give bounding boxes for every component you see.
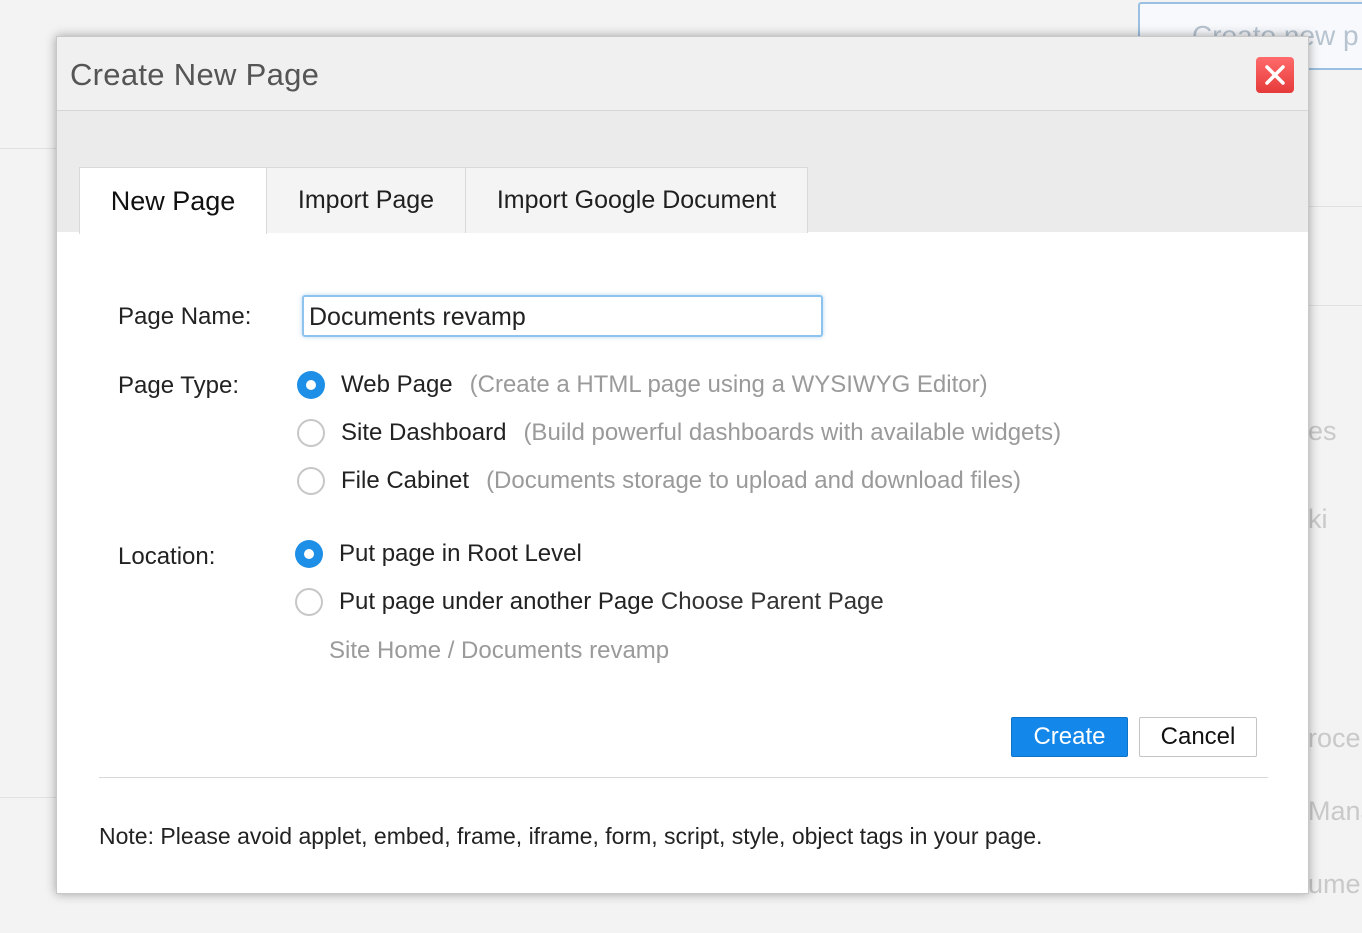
close-button[interactable] [1256,57,1294,93]
tab-new-page[interactable]: New Page [79,167,267,234]
under-page-label[interactable]: Put page under another Page [339,588,654,616]
background-divider [0,148,56,149]
parent-page-breadcrumb: Site Home / Documents revamp [329,637,670,664]
page-name-label: Page Name: [118,303,252,330]
page-type-label: Page Type: [118,372,239,399]
web-page-label[interactable]: Web Page [341,371,453,399]
background-sidebar-fragment: umer [1308,869,1362,899]
choose-parent-page-link[interactable]: Choose Parent Page [661,588,884,616]
close-icon [1265,65,1285,85]
page-type-option-site-dashboard[interactable]: Site Dashboard (Build powerful dashboard… [297,419,1061,447]
background-sidebar-fragment: Mana [1308,796,1362,826]
create-button[interactable]: Create [1011,717,1128,757]
root-level-radio[interactable] [295,540,323,568]
cancel-button[interactable]: Cancel [1139,717,1257,757]
site-dashboard-radio[interactable] [297,419,325,447]
page-name-input[interactable] [302,295,823,337]
site-dashboard-label[interactable]: Site Dashboard [341,419,506,447]
dialog-title: Create New Page [70,57,320,92]
background-sidebar-fragment: es [1308,416,1337,446]
page-type-option-file-cabinet[interactable]: File Cabinet (Documents storage to uploa… [297,467,1021,495]
dialog-header: Create New Page [57,37,1308,111]
tab-strip: New Page Import Page Import Google Docum… [57,111,1308,234]
footer-divider [99,777,1268,778]
location-option-under-page[interactable]: Put page under another Page Choose Paren… [295,588,884,616]
background-sidebar-fragment: roce [1308,723,1361,753]
web-page-radio[interactable] [297,371,325,399]
site-dashboard-description: (Build powerful dashboards with availabl… [523,419,1062,446]
note-text: Note: Please avoid applet, embed, frame,… [99,823,1043,849]
under-page-radio[interactable] [295,588,323,616]
location-label: Location: [118,543,216,570]
create-new-page-dialog: Create New Page New Page Import Page Imp… [56,36,1309,894]
file-cabinet-label[interactable]: File Cabinet [341,467,469,495]
background-divider [1309,206,1362,207]
background-divider [0,797,56,798]
tab-import-google-document[interactable]: Import Google Document [465,167,808,233]
background-divider [1309,305,1362,306]
file-cabinet-description: (Documents storage to upload and downloa… [486,467,1022,494]
root-level-label[interactable]: Put page in Root Level [339,540,582,568]
file-cabinet-radio[interactable] [297,467,325,495]
location-option-root-level[interactable]: Put page in Root Level [295,540,582,568]
web-page-description: (Create a HTML page using a WYSIWYG Edit… [469,371,988,398]
tab-import-page[interactable]: Import Page [266,167,466,233]
page-type-option-web-page[interactable]: Web Page (Create a HTML page using a WYS… [297,371,988,399]
background-sidebar-fragment: ki [1308,504,1328,534]
